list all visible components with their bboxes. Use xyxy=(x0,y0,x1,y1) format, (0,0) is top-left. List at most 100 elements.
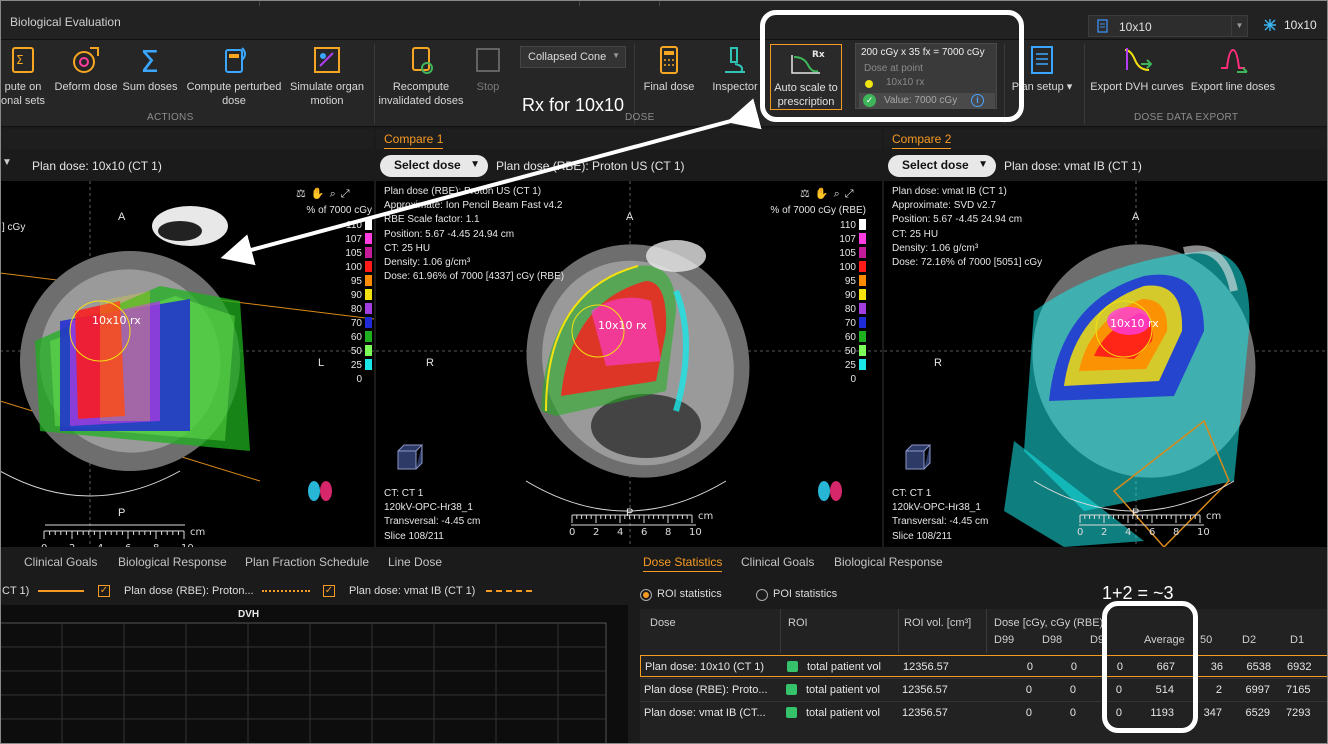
tab-biological-response[interactable]: Biological Response xyxy=(118,555,227,569)
roi-statistics-radio[interactable] xyxy=(640,589,652,601)
ruler-tick-label: 6 xyxy=(125,543,131,547)
col-header-roi[interactable]: ROI xyxy=(788,617,808,629)
document-icon xyxy=(1097,19,1108,33)
col-header-dose[interactable]: Dose xyxy=(650,617,676,629)
fullscreen-icon[interactable]: ⤢ xyxy=(845,188,859,200)
legend-level-label: 70 xyxy=(844,318,856,329)
3d-cube-icon[interactable] xyxy=(392,441,426,475)
viewport-plan-title: Plan dose: 10x10 (CT 1) xyxy=(32,159,162,173)
legend-level: 110 xyxy=(346,219,372,231)
legend-level-label: 100 xyxy=(839,262,856,273)
col-header-d99[interactable]: D99 xyxy=(994,634,1014,646)
legend-swatch xyxy=(859,303,866,314)
table-row[interactable]: Plan dose: vmat IB (CT... total patient … xyxy=(640,701,1328,723)
col-header-d98[interactable]: D98 xyxy=(1042,634,1062,646)
table-row[interactable]: Plan dose: 10x10 (CT 1) total patient vo… xyxy=(640,655,1328,677)
cell-d99: 0 xyxy=(1025,707,1032,719)
select-dose-button[interactable]: Select dose ▼ xyxy=(888,155,996,177)
legend-swatch xyxy=(365,261,372,272)
legend-swatch xyxy=(365,345,372,356)
ruler-tick-label: 4 xyxy=(97,543,103,547)
poi-statistics-radio[interactable] xyxy=(756,589,768,601)
simulate-organ-motion-button[interactable]: Simulate organ motion xyxy=(288,44,366,108)
roi-color-icon xyxy=(787,661,798,672)
col-header-roi-volume[interactable]: ROI vol. [cm³] xyxy=(904,617,971,629)
col-header-d1[interactable]: D1 xyxy=(1290,634,1304,646)
ct-image-view[interactable]: 10x10 rx Plan dose (RBE): Proton US (CT … xyxy=(376,181,882,547)
compute-on-sets-button[interactable]: Σ pute on onal sets xyxy=(0,44,46,108)
inspector-button[interactable]: Inspector xyxy=(708,44,762,94)
tab-clinical-goals[interactable]: Clinical Goals xyxy=(24,555,97,569)
pan-icon[interactable]: ⚖ xyxy=(800,188,815,200)
legend-level-label: 95 xyxy=(350,276,362,287)
dvh-chart[interactable]: DVH xyxy=(0,605,628,744)
dvh-legend: CT 1) ✓ Plan dose (RBE): Proton... ✓ Pla… xyxy=(0,579,628,601)
tab-compare-1[interactable]: Compare 1 xyxy=(384,132,444,149)
pan-icon[interactable]: ⚖ xyxy=(296,188,311,200)
3d-cube-icon[interactable] xyxy=(900,441,934,475)
ct-image-view[interactable]: 10x10 rx ] cGy A P L ⚖✋⌕⤢ % of 7000 cGy … xyxy=(0,181,374,547)
orientation-right: R xyxy=(426,357,434,369)
plan-selector[interactable]: 10x10 ▼ xyxy=(1088,15,1248,37)
zoom-icon[interactable]: ⌕ xyxy=(330,188,341,200)
svg-text:Σ: Σ xyxy=(140,45,159,76)
legend-level-label: 60 xyxy=(844,332,856,343)
cell-dose: Plan dose (RBE): Proto... xyxy=(644,684,768,696)
ct-info-overlay: CT: CT 1 120kV-OPC-Hr38_1 Transversal: -… xyxy=(384,487,480,544)
viewport-tabbar: Compare 1 xyxy=(376,129,882,149)
tab-clinical-goals[interactable]: Clinical Goals xyxy=(741,555,814,569)
tab-compare-2[interactable]: Compare 2 xyxy=(892,132,952,149)
deform-dose-button[interactable]: Deform dose xyxy=(52,44,120,94)
cell-d98: 0 xyxy=(1070,661,1077,673)
legend-level: 95 xyxy=(845,275,866,287)
dose-algorithm-select[interactable]: Collapsed Cone ▼ xyxy=(520,46,626,68)
table-row[interactable]: Plan dose (RBE): Proto... total patient … xyxy=(640,678,1328,700)
legend-checkbox-proton[interactable]: ✓ xyxy=(98,585,110,597)
col-header-d50[interactable]: 50 xyxy=(1200,634,1212,646)
legend-swatch xyxy=(859,345,866,356)
legend-checkbox-vmat[interactable]: ✓ xyxy=(323,585,335,597)
viewport-plan-dose[interactable]: ▼ Plan dose: 10x10 (CT 1) 10x10 rx ] cGy xyxy=(0,129,374,547)
export-line-doses-button[interactable]: Export line doses xyxy=(1188,44,1278,94)
viewport-compare-1[interactable]: Compare 1 Select dose ▼ Plan dose (RBE): … xyxy=(376,129,882,547)
legend-level: 105 xyxy=(345,247,372,259)
ruler-unit: cm xyxy=(190,527,205,538)
stop-button[interactable]: Stop xyxy=(470,44,506,94)
slice-number: Slice 108/211 xyxy=(384,530,444,542)
ct-image-view[interactable]: 10x10 rx Plan dose: vmat IB (CT 1) Appro… xyxy=(884,181,1328,547)
legend-level: 80 xyxy=(351,303,372,315)
legend-level-label: 0 xyxy=(356,374,362,385)
legend-swatch xyxy=(859,373,866,384)
tab-line-dose[interactable]: Line Dose xyxy=(388,555,442,569)
dose-info-overlay: ] cGy xyxy=(2,221,25,235)
tab-dose-statistics[interactable]: Dose Statistics xyxy=(643,555,723,572)
hand-icon[interactable]: ✋ xyxy=(815,188,834,200)
col-header-d2[interactable]: D2 xyxy=(1242,634,1256,646)
ribbon-group-export: DOSE DATA EXPORT xyxy=(1134,112,1239,123)
final-dose-button[interactable]: Final dose xyxy=(640,44,698,94)
compute-perturbed-dose-button[interactable]: Compute perturbed dose xyxy=(182,44,286,108)
export-dvh-curves-button[interactable]: Export DVH curves xyxy=(1088,44,1186,94)
export-line-label: Export line doses xyxy=(1190,81,1276,93)
module-title: Biological Evaluation xyxy=(10,15,121,29)
dose-info-overlay: Plan dose (RBE): Proton US (CT 1) Approx… xyxy=(384,185,564,284)
legend-swatch xyxy=(859,219,866,230)
tab-biological-response[interactable]: Biological Response xyxy=(834,555,943,569)
legend-level: 0 xyxy=(850,373,866,385)
hand-icon[interactable]: ✋ xyxy=(311,188,330,200)
legend-level: 107 xyxy=(345,233,372,245)
viewport-compare-2[interactable]: Compare 2 Select dose ▼ Plan dose: vmat I… xyxy=(884,129,1328,547)
legend-swatch xyxy=(365,317,372,328)
recompute-invalidated-button[interactable]: Recompute invalidated doses xyxy=(376,44,466,108)
viewport-header: Select dose ▼ Plan dose (RBE): Proton US … xyxy=(376,149,882,181)
fullscreen-icon[interactable]: ⤢ xyxy=(341,188,355,200)
select-dose-button[interactable]: Select dose ▼ xyxy=(380,155,488,177)
tab-edge xyxy=(190,0,260,6)
zoom-icon[interactable]: ⌕ xyxy=(834,188,845,200)
ruler-tick-label: 2 xyxy=(69,543,75,547)
sum-doses-button[interactable]: Σ Sum doses xyxy=(122,44,178,94)
chevron-down-icon[interactable]: ▼ xyxy=(2,157,12,168)
chevron-down-icon: ▼ xyxy=(470,159,480,170)
tab-plan-fraction-schedule[interactable]: Plan Fraction Schedule xyxy=(245,555,369,569)
legend-swatch xyxy=(365,247,372,258)
